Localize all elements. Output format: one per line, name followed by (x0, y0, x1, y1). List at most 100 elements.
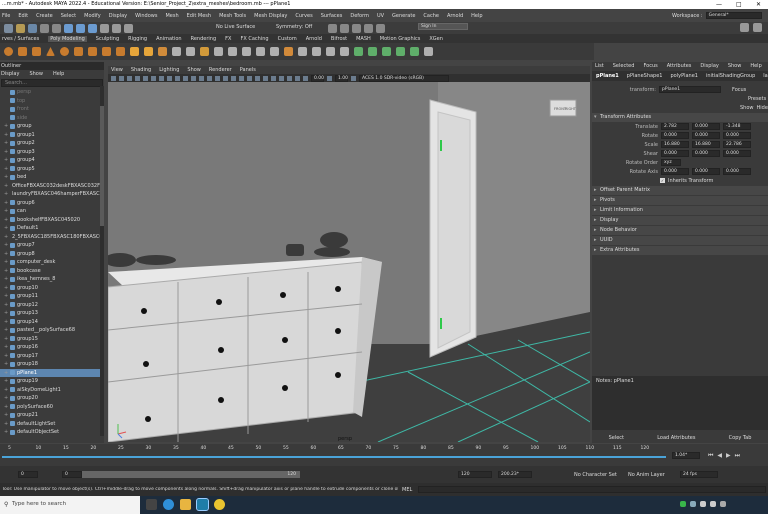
platonic-solid-icon[interactable] (102, 47, 111, 56)
anti-aliasing-icon[interactable] (263, 75, 268, 81)
poly-disc-icon[interactable] (88, 47, 97, 56)
outliner-item[interactable]: + group10 (0, 284, 104, 293)
expand-icon[interactable]: + (4, 139, 8, 148)
extrude-icon[interactable] (242, 47, 251, 56)
workspace-selector[interactable]: Workspace : General* (672, 12, 762, 19)
wireframe-icon[interactable] (199, 75, 204, 81)
menu-deform[interactable]: Deform (350, 13, 369, 19)
live-surface-label[interactable]: No Live Surface (216, 24, 255, 30)
snap-grid-icon[interactable] (100, 23, 109, 33)
ae-tab[interactable]: initialShadingGroup (706, 71, 755, 81)
select-button[interactable]: Select (609, 435, 624, 441)
outliner-item[interactable]: + group13 (0, 309, 104, 318)
playback-end-field[interactable]: 120 (458, 471, 492, 478)
smooth-icon[interactable] (200, 47, 209, 56)
paint-select-icon[interactable] (88, 23, 97, 33)
perspective-viewport[interactable]: FRONT RIGHT persp (108, 82, 590, 442)
use-lights-icon[interactable] (231, 75, 236, 81)
svg-icon[interactable] (158, 47, 167, 56)
attr-value-field[interactable]: 0.000 (723, 150, 751, 157)
outliner-item[interactable]: + group2 (0, 139, 104, 148)
command-line-input[interactable] (418, 486, 766, 493)
outliner-item[interactable]: + defaultObjectSet (0, 428, 104, 437)
outliner-item[interactable]: + group11 (0, 292, 104, 301)
shelf-tab[interactable]: Sculpting (96, 36, 119, 42)
expand-icon[interactable]: + (4, 411, 8, 420)
merge-icon[interactable] (298, 47, 307, 56)
section-display[interactable]: Display (592, 216, 768, 225)
transform-name-field[interactable]: pPlane1 (659, 86, 721, 93)
start-frame-field[interactable]: 0 (18, 471, 38, 478)
expand-icon[interactable]: + (4, 190, 8, 199)
ae-menu-focus[interactable]: Focus (643, 62, 657, 71)
step-forward-icon[interactable]: ⏭ (735, 452, 740, 460)
expand-icon[interactable]: + (4, 233, 8, 242)
channel-box-icon[interactable] (753, 23, 762, 32)
outliner-item[interactable]: + laundryFBXASC046hamperFBXASC046 (0, 190, 104, 199)
outliner-item[interactable]: + pasted__polySurface68 (0, 326, 104, 335)
load-attributes-button[interactable]: Load Attributes (657, 435, 695, 441)
gamma-field[interactable]: 1.00 (335, 74, 348, 82)
open-scene-icon[interactable] (16, 23, 25, 33)
resolution-gate-icon[interactable] (159, 75, 164, 81)
expand-icon[interactable]: + (4, 318, 8, 327)
poly-torus-icon[interactable] (60, 47, 69, 56)
shelf-tab[interactable]: Rendering (191, 36, 217, 42)
select-tool-icon[interactable] (64, 23, 73, 33)
outliner-item[interactable]: + group8 (0, 250, 104, 259)
outliner-item[interactable]: + group1 (0, 131, 104, 140)
ae-menu-show[interactable]: Show (728, 62, 742, 71)
expand-icon[interactable]: + (4, 301, 8, 310)
lasso-tool-icon[interactable] (76, 23, 85, 33)
maximize-button[interactable]: □ (736, 0, 742, 9)
expand-icon[interactable]: + (4, 420, 8, 429)
ae-menu-help[interactable]: Help (750, 62, 761, 71)
outliner-scrollbar[interactable] (100, 86, 104, 436)
safe-title-icon[interactable] (191, 75, 196, 81)
unfold-icon[interactable] (396, 47, 405, 56)
fps-select[interactable]: 24 fps (680, 471, 718, 478)
menu-modify[interactable]: Modify (84, 13, 101, 19)
outliner-menu-help[interactable]: Help (53, 70, 64, 78)
play-icon[interactable]: ▶ (726, 452, 731, 460)
expand-icon[interactable]: + (4, 199, 8, 208)
expand-icon[interactable]: + (4, 224, 8, 233)
outliner-item[interactable]: side (0, 114, 104, 123)
expand-icon[interactable]: + (4, 122, 8, 131)
attr-value-field[interactable]: 0.000 (692, 123, 720, 130)
shelf-tab[interactable]: Motion Graphics (380, 36, 421, 42)
isolate-select-icon[interactable] (271, 75, 276, 81)
menu-select[interactable]: Select (61, 13, 76, 19)
outliner-item[interactable]: + group20 (0, 394, 104, 403)
network-icon[interactable] (690, 501, 696, 507)
expand-icon[interactable]: + (4, 394, 8, 403)
motion-blur-icon[interactable] (255, 75, 260, 81)
expand-icon[interactable]: + (4, 182, 8, 191)
menu-file[interactable]: File (2, 13, 10, 19)
outliner-item[interactable]: + group7 (0, 241, 104, 250)
minimize-button[interactable]: — (716, 0, 722, 9)
section-limit-information[interactable]: Limit Information (592, 206, 768, 215)
shelf-tab[interactable]: Custom (278, 36, 297, 42)
menu-cache[interactable]: Cache (423, 13, 439, 19)
bridge-icon[interactable] (256, 47, 265, 56)
expand-icon[interactable]: + (4, 275, 8, 284)
grid-toggle-icon[interactable] (143, 75, 148, 81)
attr-value-field[interactable]: 0.000 (661, 150, 689, 157)
expand-icon[interactable]: + (4, 386, 8, 395)
attr-value-field[interactable]: 0.000 (723, 132, 751, 139)
viewport-menu-renderer[interactable]: Renderer (209, 66, 232, 74)
outliner-item[interactable]: + group21 (0, 411, 104, 420)
menu-generate[interactable]: Generate (392, 13, 415, 19)
menu-windows[interactable]: Windows (135, 13, 157, 19)
expand-icon[interactable]: + (4, 131, 8, 140)
section-transform-attributes[interactable]: Transform Attributes (592, 113, 768, 122)
attr-value-field[interactable]: 2.782 (661, 123, 689, 130)
outliner-menu-show[interactable]: Show (29, 70, 43, 78)
uv-editor-icon[interactable] (382, 47, 391, 56)
bookmark-icon[interactable] (127, 75, 132, 81)
backface-icon[interactable] (295, 75, 300, 81)
outliner-item[interactable]: + group (0, 122, 104, 131)
snap-point-icon[interactable] (124, 23, 133, 33)
go-to-start-icon[interactable]: ⏮ (708, 452, 713, 460)
